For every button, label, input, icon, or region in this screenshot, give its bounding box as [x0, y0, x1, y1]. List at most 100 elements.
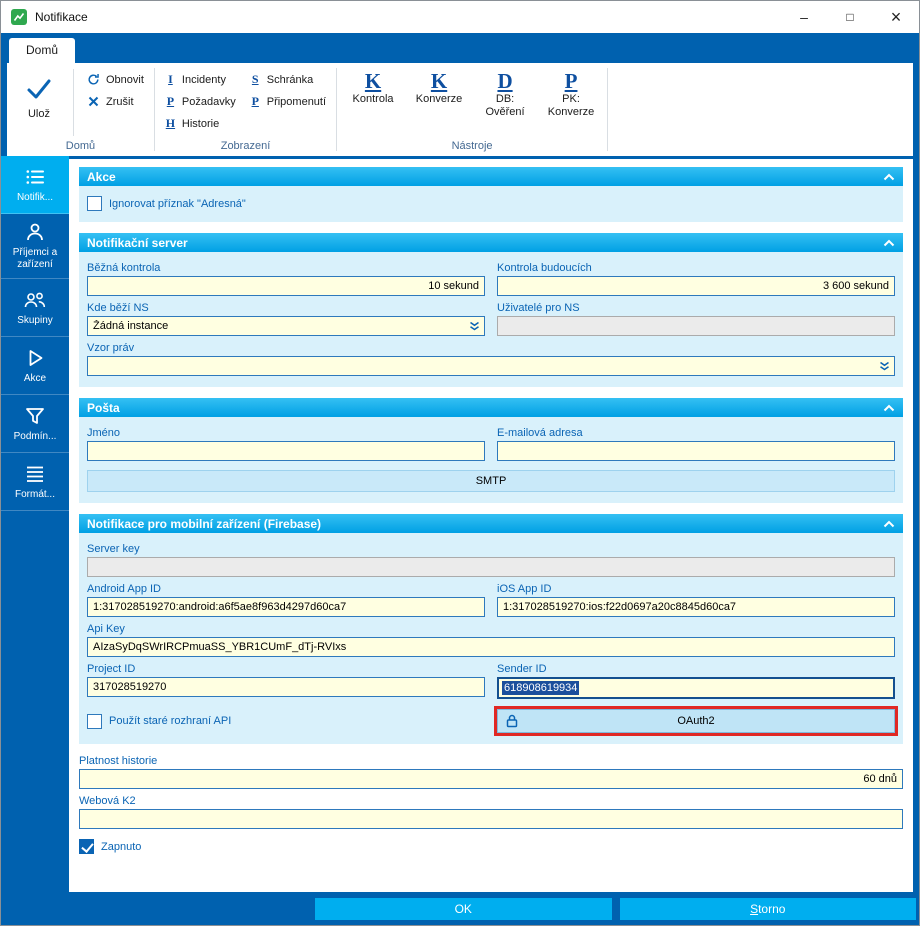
oauth2-button[interactable]: OAuth2: [497, 709, 895, 733]
field-label: Běžná kontrola: [87, 262, 485, 274]
field-label: Webová K2: [79, 795, 903, 807]
db-overeni-button[interactable]: D DB: Ověření: [475, 67, 535, 133]
storno-button[interactable]: Storno: [620, 898, 917, 920]
pk-konverze-button[interactable]: P PK: Konverze: [541, 67, 601, 133]
sidebar-item-skupiny[interactable]: Skupiny: [1, 279, 69, 337]
sidebar-item-akce[interactable]: Akce: [1, 337, 69, 395]
pozadavky-letter-icon: P: [165, 94, 176, 109]
save-check-icon: [26, 78, 52, 103]
pozadavky-button[interactable]: P Požadavky: [161, 91, 240, 112]
ok-button[interactable]: OK: [315, 898, 612, 920]
close-button[interactable]: ×: [873, 1, 919, 33]
incidenty-button[interactable]: I Incidenty: [161, 69, 240, 90]
chevron-up-icon[interactable]: [883, 239, 895, 247]
refresh-button[interactable]: Obnovit: [82, 69, 148, 90]
konverze-letter-icon: K: [431, 69, 447, 93]
sidebar-item-label: Notifik...: [17, 192, 53, 204]
ribbon-group-domu: Ulož Obnovit: [7, 63, 154, 156]
jmeno-input[interactable]: [87, 441, 485, 461]
field-label: Android App ID: [87, 583, 485, 595]
sidebar-item-podminky[interactable]: Podmín...: [1, 395, 69, 453]
dropdown-icon[interactable]: [879, 361, 890, 371]
cancel-button[interactable]: Zrušit: [82, 91, 148, 112]
checkbox-label: Ignorovat příznak "Adresná": [109, 198, 246, 210]
field-label: Vzor práv: [87, 342, 895, 354]
save-button[interactable]: Ulož: [13, 67, 65, 131]
schranka-button[interactable]: S Schránka: [246, 69, 330, 90]
section-posta-header[interactable]: Pošta: [79, 398, 903, 417]
old-api-checkbox-row[interactable]: Použít staré rozhraní API: [87, 714, 485, 729]
chevron-up-icon[interactable]: [883, 520, 895, 528]
section-firebase: Notifikace pro mobilní zařízení (Firebas…: [79, 514, 903, 744]
old-api-checkbox[interactable]: [87, 714, 102, 729]
main-area: Notifik... Příjemci a zařízení Skupiny A…: [1, 156, 919, 892]
konverze-button[interactable]: K Konverze: [409, 67, 469, 133]
vzor-prav-combobox[interactable]: [87, 356, 895, 376]
kontrola-budoucich-input[interactable]: [497, 276, 895, 296]
sidebar-item-notifikace[interactable]: Notifik...: [1, 156, 69, 214]
section-posta: Pošta Jméno E-mailová adresa: [79, 398, 903, 503]
tab-domu[interactable]: Domů: [9, 38, 75, 63]
section-title: Pošta: [87, 401, 120, 415]
chevron-up-icon[interactable]: [883, 173, 895, 181]
sidebar-item-format[interactable]: Formát...: [1, 453, 69, 511]
kontrola-button[interactable]: K Kontrola: [343, 67, 403, 133]
field-label: Platnost historie: [79, 755, 903, 767]
kontrola-label: Kontrola: [353, 93, 394, 106]
kde-bezi-ns-combobox[interactable]: [87, 316, 485, 336]
format-rows-icon: [24, 463, 46, 485]
minimize-icon: –: [800, 9, 808, 25]
maximize-button[interactable]: □: [827, 1, 873, 33]
sidebar-item-prijemci[interactable]: Příjemci a zařízení: [1, 214, 69, 279]
section-notifikacni-server: Notifikační server Běžná kontrola Kontro…: [79, 233, 903, 387]
section-firebase-header[interactable]: Notifikace pro mobilní zařízení (Firebas…: [79, 514, 903, 533]
db-overeni-label: DB:: [496, 93, 514, 106]
kontrola-letter-icon: K: [365, 69, 381, 93]
schranka-letter-icon: S: [250, 72, 261, 87]
platnost-historie-input[interactable]: [79, 769, 903, 789]
zapnuto-checkbox[interactable]: [79, 839, 94, 854]
ignore-adresna-checkbox-row[interactable]: Ignorovat příznak "Adresná": [87, 196, 895, 211]
smtp-button[interactable]: SMTP: [87, 470, 895, 492]
section-akce-header[interactable]: Akce: [79, 167, 903, 186]
konverze-label: Konverze: [416, 93, 462, 106]
oauth2-label: OAuth2: [677, 715, 714, 727]
section-server-header[interactable]: Notifikační server: [79, 233, 903, 252]
dropdown-icon[interactable]: [469, 321, 480, 331]
chevron-up-icon[interactable]: [883, 404, 895, 412]
sender-id-input[interactable]: 618908619934: [497, 677, 895, 699]
historie-button[interactable]: H Historie: [161, 113, 240, 134]
section-akce: Akce Ignorovat příznak "Adresná": [79, 167, 903, 222]
section-title: Notifikace pro mobilní zařízení (Firebas…: [87, 517, 321, 531]
cancel-x-icon: [86, 96, 100, 107]
email-input[interactable]: [497, 441, 895, 461]
save-label: Ulož: [28, 108, 50, 120]
api-key-input[interactable]: [87, 637, 895, 657]
field-label: Kontrola budoucích: [497, 262, 895, 274]
filter-icon: [24, 405, 46, 427]
android-app-id-input[interactable]: [87, 597, 485, 617]
historie-letter-icon: H: [165, 116, 176, 131]
minimize-button[interactable]: –: [781, 1, 827, 33]
ignore-adresna-checkbox[interactable]: [87, 196, 102, 211]
pk-konverze-label: PK:: [562, 93, 580, 106]
maximize-icon: □: [846, 10, 853, 24]
field-label: Project ID: [87, 663, 485, 675]
bezna-kontrola-input[interactable]: [87, 276, 485, 296]
close-icon: ×: [891, 7, 902, 28]
project-id-input[interactable]: [87, 677, 485, 697]
person-icon: [24, 221, 46, 243]
field-label: Api Key: [87, 623, 895, 635]
field-label: Kde běží NS: [87, 302, 485, 314]
incidenty-letter-icon: I: [165, 72, 176, 87]
ribbon-collapse-button[interactable]: [893, 144, 905, 152]
ribbon-group-zobrazeni: I Incidenty P Požadavky H Historie: [155, 63, 336, 156]
titlebar: Notifikace – □ ×: [1, 1, 919, 33]
pripomenuti-button[interactable]: P Připomenutí: [246, 91, 330, 112]
webova-k2-input[interactable]: [79, 809, 903, 829]
ios-app-id-input[interactable]: [497, 597, 895, 617]
app-window: Notifikace – □ × Domů Ulož: [0, 0, 920, 926]
historie-label: Historie: [182, 118, 219, 130]
lock-icon: [506, 714, 518, 728]
zapnuto-checkbox-row[interactable]: Zapnuto: [79, 839, 903, 854]
